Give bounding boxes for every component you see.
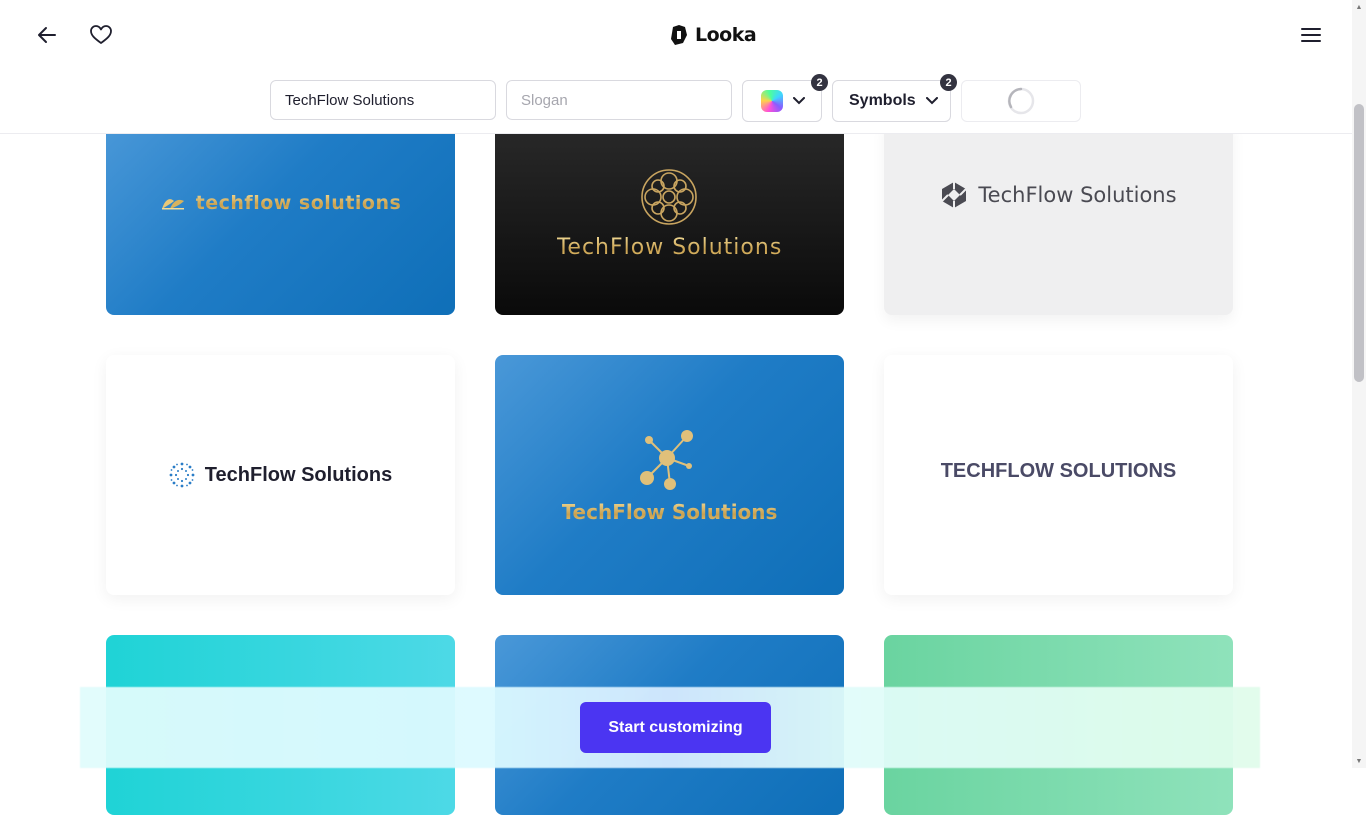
brand-name: Looka <box>695 24 757 46</box>
logo-text: TECHFLOW SOLUTIONS <box>940 459 1177 482</box>
logo-text: techflow solutions <box>195 191 402 214</box>
hamburger-menu-icon[interactable] <box>1295 19 1327 51</box>
colors-dropdown[interactable]: 2 <box>742 74 828 122</box>
logo-card-5[interactable]: TechFlow Solutions <box>495 355 844 595</box>
logo-text: TechFlow Solutions <box>204 463 393 486</box>
company-name-input[interactable] <box>270 80 496 120</box>
chevron-down-icon <box>925 97 938 105</box>
symbols-dropdown[interactable]: Symbols 2 <box>832 74 957 122</box>
heart-icon[interactable] <box>85 19 117 51</box>
logo-text: TechFlow Solutions <box>561 500 778 524</box>
knot-symbol-icon <box>641 169 698 225</box>
slogan-input[interactable] <box>506 80 732 120</box>
start-customizing-button[interactable]: Start customizing <box>580 702 771 753</box>
molecule-symbol-icon <box>640 430 694 490</box>
hexagon-symbol-icon <box>941 181 968 208</box>
logo-card-6[interactable]: TECHFLOW SOLUTIONS <box>884 355 1233 595</box>
colors-count-badge: 2 <box>811 74 828 91</box>
loading-spinner-icon <box>1007 87 1035 115</box>
logo-card-3[interactable]: TechFlow Solutions <box>884 120 1233 315</box>
color-swatch-icon <box>761 90 783 112</box>
dots-burst-symbol-icon <box>169 462 195 488</box>
scrollbar-thumb[interactable] <box>1354 104 1364 382</box>
filter-bar: 2 Symbols 2 <box>0 70 1352 134</box>
scroll-up-arrow-icon[interactable]: ▲ <box>1354 2 1364 12</box>
top-bar: Looka <box>0 0 1352 70</box>
scroll-down-arrow-icon[interactable]: ▼ <box>1354 756 1364 766</box>
back-arrow-icon[interactable] <box>31 19 63 51</box>
symbols-label: Symbols <box>849 92 916 109</box>
logo-text: TechFlow Solutions <box>556 235 783 260</box>
logo-card-2[interactable]: TechFlow Solutions <box>495 120 844 315</box>
logo-text: TechFlow Solutions <box>978 182 1177 207</box>
logo-card-1[interactable]: techflow solutions <box>106 120 455 315</box>
logo-card-4[interactable]: TechFlow Solutions <box>106 355 455 595</box>
symbols-count-badge: 2 <box>940 74 957 91</box>
chevron-down-icon <box>793 97 805 105</box>
loading-spinner-box <box>961 80 1081 122</box>
looka-logo-icon <box>671 25 687 45</box>
brand-logo[interactable]: Looka <box>669 22 757 48</box>
leaf-symbol-icon <box>161 198 184 209</box>
